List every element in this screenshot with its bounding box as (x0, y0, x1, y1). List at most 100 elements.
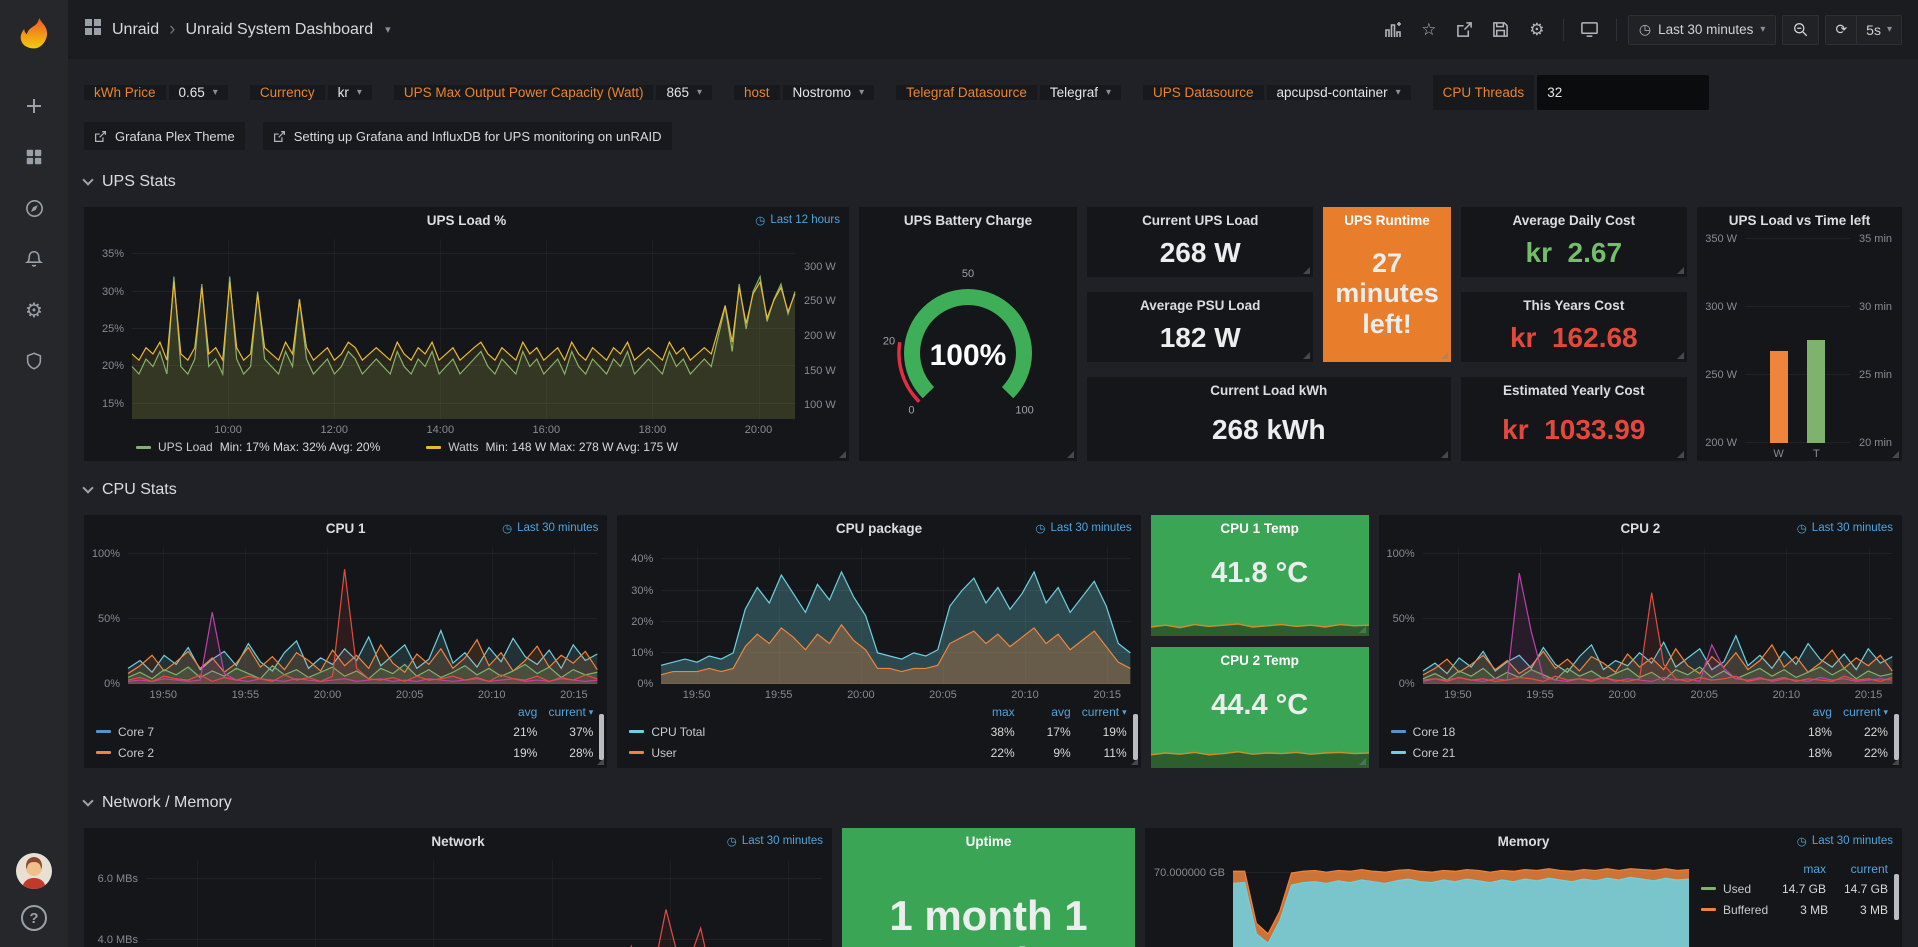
legend-series[interactable]: Core 7 (96, 725, 481, 739)
cycle-view-icon[interactable] (1575, 15, 1605, 45)
sort-current[interactable]: current▾ (537, 705, 593, 719)
panel-time-override[interactable]: ◷ Last 12 hours (755, 213, 840, 227)
panel-title[interactable]: Current Load kWh (1087, 377, 1451, 403)
star-icon[interactable]: ☆ (1414, 15, 1444, 45)
panel-time-override[interactable]: ◷ Last 30 minutes (502, 521, 598, 535)
variable-value-dropdown[interactable]: apcupsd-container▾ (1267, 85, 1411, 100)
legend-series[interactable]: Used (1701, 882, 1764, 896)
create-icon[interactable] (22, 94, 46, 118)
panel-title[interactable]: Memory (1145, 828, 1902, 854)
cpu1-plot[interactable]: 0%50%100%19:5019:5520:0020:0520:1020:15 (84, 541, 607, 702)
breadcrumb-current[interactable]: Unraid System Dashboard (185, 21, 373, 39)
link-ups-monitoring-guide[interactable]: Setting up Grafana and InfluxDB for UPS … (263, 122, 672, 150)
breadcrumb: Unraid › Unraid System Dashboard ▾ (112, 20, 391, 39)
sort-current[interactable]: current (1826, 862, 1888, 876)
panel-title[interactable]: Network (84, 828, 832, 854)
caret-down-icon: ▾ (1122, 707, 1127, 718)
variable-label: CPU Threads (1433, 75, 1535, 110)
panel-title[interactable]: This Years Cost (1461, 292, 1687, 318)
legend-series[interactable]: Core 2 (96, 746, 481, 760)
zoom-out-button[interactable] (1782, 15, 1819, 45)
variable-value-dropdown[interactable]: Telegraf▾ (1040, 85, 1121, 100)
cpu-threads-input[interactable] (1537, 75, 1709, 110)
section-header-network-memory[interactable]: Network / Memory (84, 788, 1902, 818)
legend-header: avg current▾ (96, 703, 593, 721)
dashboard-dropdown-caret-icon[interactable]: ▾ (385, 23, 391, 36)
explore-icon[interactable] (22, 196, 46, 220)
help-icon[interactable]: ? (21, 905, 47, 931)
battery-gauge: 02050100100% (859, 233, 1077, 461)
template-variables: kWh Price 0.65▾ Currency kr▾ UPS Max Out… (84, 75, 1902, 110)
ups-load-plot[interactable]: 15%20%25%30%35%100 W150 W200 W250 W300 W… (84, 233, 849, 437)
panel-title[interactable]: Estimated Yearly Cost (1461, 377, 1687, 403)
refresh-icon[interactable]: ⟳ (1826, 16, 1856, 44)
panel-title[interactable]: UPS Battery Charge (859, 207, 1077, 233)
legend-scrollbar[interactable] (1894, 714, 1899, 760)
variable-value-dropdown[interactable]: Nostromo▾ (783, 85, 875, 100)
panel-title[interactable]: Uptime (842, 828, 1135, 854)
panel-time-override[interactable]: ◷ Last 30 minutes (1035, 521, 1131, 535)
sort-current[interactable]: current▾ (1832, 705, 1888, 719)
sort-max[interactable]: max (1764, 862, 1826, 876)
panel-title[interactable]: UPS Load % (84, 207, 849, 233)
section-header-cpu-stats[interactable]: CPU Stats (84, 475, 1902, 505)
external-link-icon (273, 130, 286, 143)
link-grafana-plex-theme[interactable]: Grafana Plex Theme (84, 122, 245, 150)
variable-value-dropdown[interactable]: 865▾ (656, 85, 712, 100)
panel-title[interactable]: UPS Runtime (1323, 207, 1450, 233)
alerting-icon[interactable] (22, 247, 46, 271)
legend-series[interactable]: Core 21 (1391, 746, 1776, 760)
panel-title[interactable]: CPU 2 Temp (1151, 647, 1369, 673)
legend-series[interactable]: User (629, 746, 958, 760)
time-range-picker[interactable]: ◷ Last 30 minutes ▾ (1628, 15, 1777, 45)
legend-series[interactable]: UPS Load Min: 17% Max: 32% Avg: 20% (136, 440, 380, 454)
section-header-ups-stats[interactable]: UPS Stats (84, 167, 1902, 197)
legend-series[interactable]: Watts Min: 148 W Max: 278 W Avg: 175 W (426, 440, 678, 454)
sort-avg[interactable]: avg (481, 705, 537, 719)
panel-current-load-kwh: Current Load kWh 268 kWh (1087, 377, 1451, 461)
panel-time-override[interactable]: ◷ Last 30 minutes (1797, 521, 1893, 535)
legend-scrollbar[interactable] (1894, 874, 1899, 920)
time-range-label: Last 30 minutes (1658, 22, 1753, 37)
sort-max[interactable]: max (959, 705, 1015, 719)
panel-title[interactable]: Current UPS Load (1087, 207, 1313, 233)
panel-cpu1: CPU 1 ◷ Last 30 minutes 0%50%100%19:5019… (84, 515, 607, 768)
sort-avg[interactable]: avg (1776, 705, 1832, 719)
panel-title[interactable]: UPS Load vs Time left (1697, 207, 1902, 233)
cpu-package-plot[interactable]: 0%10%20%30%40%19:5019:5520:0020:0520:102… (617, 541, 1140, 702)
legend-scrollbar[interactable] (599, 714, 604, 760)
panel-time-override[interactable]: ◷ Last 30 minutes (727, 834, 823, 848)
refresh-interval-select[interactable]: 5s ▾ (1857, 16, 1901, 44)
ups-vs-time-plot[interactable]: 200 W250 W300 W350 W20 min25 min30 min35… (1697, 233, 1902, 461)
legend-series[interactable]: CPU Total (629, 725, 958, 739)
panel-title[interactable]: CPU 1 Temp (1151, 515, 1369, 541)
legend-scrollbar[interactable] (1133, 714, 1138, 760)
user-avatar[interactable] (16, 853, 52, 889)
variable-value-dropdown[interactable]: 0.65▾ (169, 85, 228, 100)
panel-title[interactable]: Average PSU Load (1087, 292, 1313, 318)
clock-icon: ◷ (1639, 21, 1651, 38)
legend-series[interactable]: Core 18 (1391, 725, 1776, 739)
breadcrumb-root[interactable]: Unraid (112, 21, 159, 39)
settings-icon[interactable]: ⚙ (1522, 15, 1552, 45)
add-panel-icon[interactable] (1378, 15, 1408, 45)
memory-plot[interactable]: 50.000000 GB60.000000 GB70.000000 GB (1145, 854, 1697, 947)
save-icon[interactable] (1486, 15, 1516, 45)
grafana-logo[interactable] (14, 10, 54, 50)
network-plot[interactable]: 2.0 MBs4.0 MBs6.0 MBs19:5019:5520:0020:0… (84, 854, 832, 947)
dashboards-icon[interactable] (22, 145, 46, 169)
clock-icon: ◷ (1035, 521, 1045, 535)
configuration-icon[interactable]: ⚙ (22, 298, 46, 322)
legend-series[interactable]: Buffered (1701, 903, 1768, 917)
variable-value-dropdown[interactable]: kr▾ (328, 85, 372, 100)
panel-time-override[interactable]: ◷ Last 30 minutes (1797, 834, 1893, 848)
cpu2-plot[interactable]: 0%50%100%19:5019:5520:0020:0520:1020:15 (1379, 541, 1902, 702)
panel-title[interactable]: Average Daily Cost (1461, 207, 1687, 233)
divider (1563, 19, 1564, 41)
server-admin-icon[interactable] (22, 349, 46, 373)
share-icon[interactable] (1450, 15, 1480, 45)
main-area: Unraid › Unraid System Dashboard ▾ ☆ ⚙ (68, 0, 1918, 947)
sort-current[interactable]: current▾ (1071, 705, 1127, 719)
sort-avg[interactable]: avg (1015, 705, 1071, 719)
variable-host: host Nostromo▾ (734, 85, 874, 100)
